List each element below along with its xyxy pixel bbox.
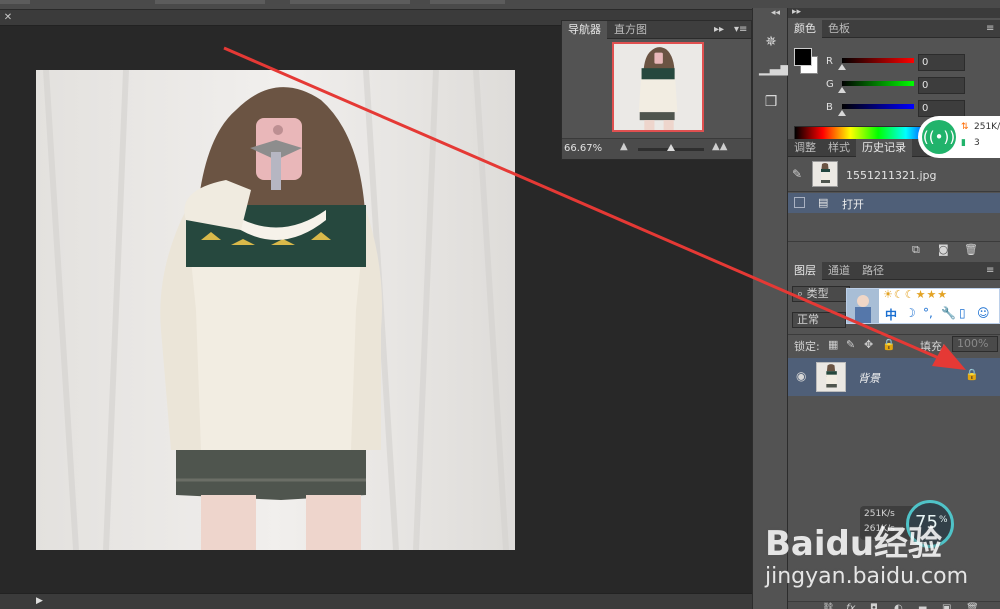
arrow-head <box>932 344 966 370</box>
arrow-line <box>223 46 949 364</box>
annotation-arrow <box>223 46 966 370</box>
